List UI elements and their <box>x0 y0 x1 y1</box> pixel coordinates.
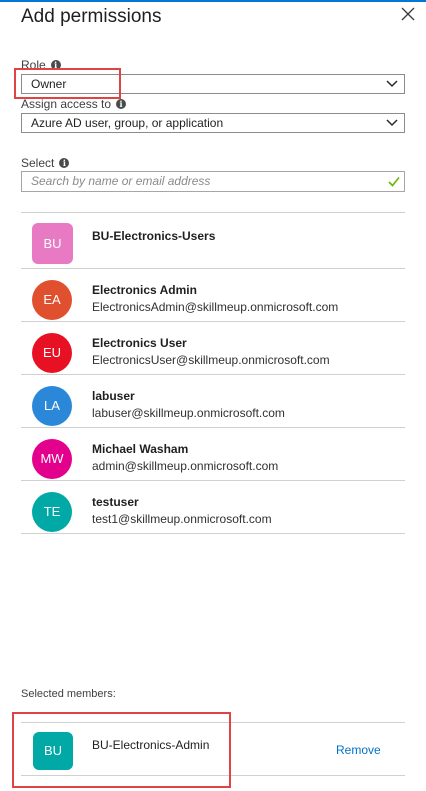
top-accent-bar <box>0 0 426 2</box>
list-item[interactable]: TE testuser test1@skillmeup.onmicrosoft.… <box>21 481 405 534</box>
list-item[interactable]: EA Electronics Admin ElectronicsAdmin@sk… <box>21 269 405 322</box>
selected-member-list: BU BU-Electronics-Admin Remove <box>21 722 405 776</box>
list-item[interactable]: BU BU-Electronics-Users <box>21 213 405 269</box>
avatar: BU <box>33 732 73 770</box>
select-label: Select <box>21 156 55 170</box>
list-item[interactable]: MW Michael Washam admin@skillmeup.onmicr… <box>21 428 405 481</box>
assign-access-label: Assign access to <box>21 97 112 111</box>
checkmark-icon <box>388 176 400 187</box>
avatar: TE <box>32 492 72 532</box>
member-email: labuser@skillmeup.onmicrosoft.com <box>92 406 285 420</box>
member-email: ElectronicsUser@skillmeup.onmicrosoft.co… <box>92 353 330 367</box>
avatar: MW <box>32 439 72 479</box>
search-placeholder: Search by name or email address <box>31 174 211 188</box>
role-select[interactable]: Owner <box>21 74 405 94</box>
role-label-group: Role i <box>21 58 61 72</box>
assign-access-select-value: Azure AD user, group, or application <box>31 116 224 130</box>
avatar: LA <box>32 386 72 426</box>
selected-member-name: BU-Electronics-Admin <box>92 738 210 752</box>
avatar: EU <box>32 333 72 373</box>
role-label: Role <box>21 58 46 72</box>
assign-access-select[interactable]: Azure AD user, group, or application <box>21 113 405 133</box>
member-email: ElectronicsAdmin@skillmeup.onmicrosoft.c… <box>92 300 339 314</box>
remove-button[interactable]: Remove <box>336 743 381 757</box>
avatar: BU <box>32 223 73 264</box>
avatar: EA <box>32 280 72 320</box>
list-item[interactable]: LA labuser labuser@skillmeup.onmicrosoft… <box>21 375 405 428</box>
selected-members-label: Selected members: <box>21 688 116 700</box>
role-select-value: Owner <box>31 77 67 91</box>
chevron-down-icon <box>386 80 398 88</box>
member-email: test1@skillmeup.onmicrosoft.com <box>92 512 272 526</box>
close-icon[interactable] <box>400 6 416 22</box>
info-icon[interactable]: i <box>116 99 127 109</box>
member-name: Electronics User <box>92 336 187 350</box>
select-label-group: Select i <box>21 156 70 170</box>
member-name: testuser <box>92 495 139 509</box>
info-icon[interactable]: i <box>59 158 70 168</box>
chevron-down-icon <box>386 119 398 127</box>
member-name: labuser <box>92 389 135 403</box>
info-icon[interactable]: i <box>50 60 61 70</box>
member-list: BU BU-Electronics-Users EA Electronics A… <box>21 212 405 534</box>
member-email: admin@skillmeup.onmicrosoft.com <box>92 459 279 473</box>
member-name: Electronics Admin <box>92 283 197 297</box>
member-name: Michael Washam <box>92 442 189 456</box>
search-input[interactable]: Search by name or email address <box>21 171 405 192</box>
member-name: BU-Electronics-Users <box>92 229 216 243</box>
list-item[interactable]: EU Electronics User ElectronicsUser@skil… <box>21 322 405 375</box>
assign-access-label-group: Assign access to i <box>21 97 127 111</box>
panel-title: Add permissions <box>21 6 162 27</box>
